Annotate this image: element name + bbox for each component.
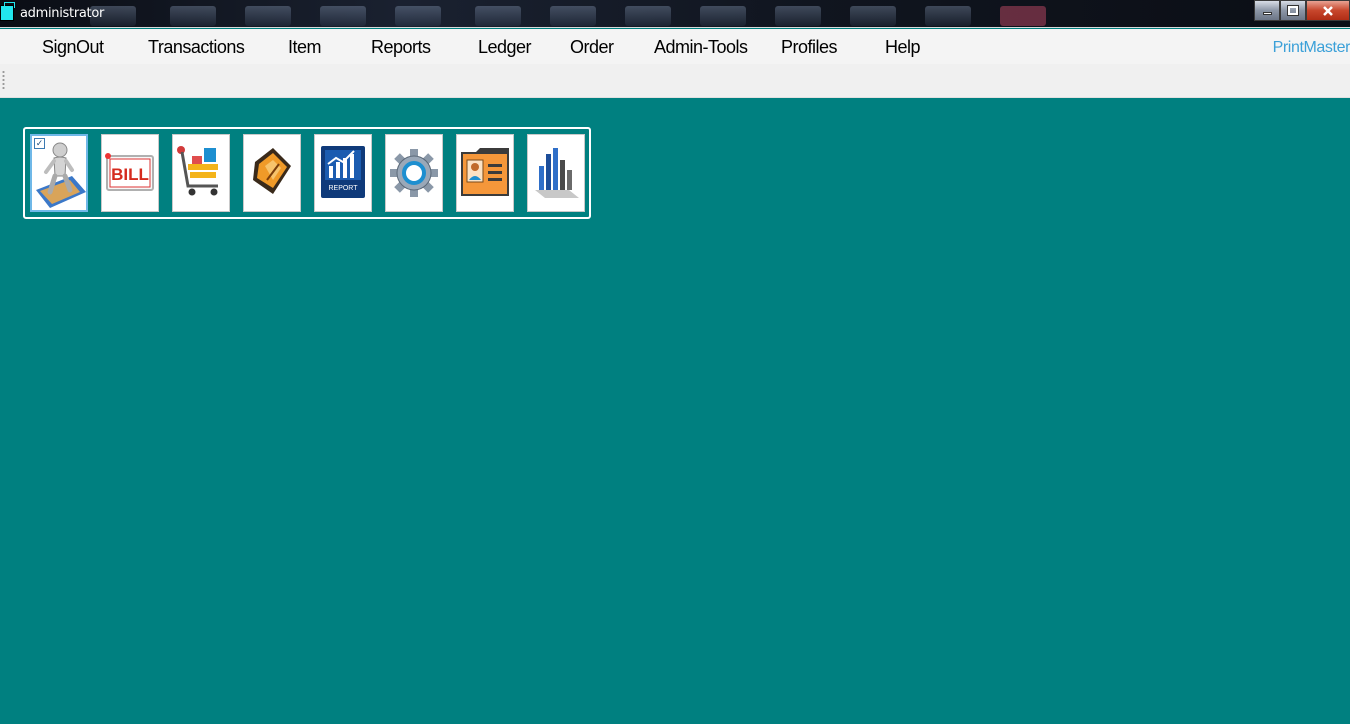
quick-launch-help-button[interactable] <box>527 134 585 212</box>
menu-profiles[interactable]: Profiles <box>781 37 838 58</box>
tool-strip <box>0 64 1350 98</box>
menu-order[interactable]: Order <box>570 37 614 58</box>
quick-launch-reports-button[interactable]: REPORT <box>314 134 372 212</box>
quick-launch-signout-button[interactable]: ✓ <box>30 134 88 212</box>
quick-launch-profiles-button[interactable] <box>456 134 514 212</box>
minimize-button[interactable] <box>1254 0 1280 21</box>
menu-admin-tools[interactable]: Admin-Tools <box>654 37 748 58</box>
maximize-button[interactable] <box>1280 0 1306 21</box>
toolstrip-grip-icon[interactable] <box>2 70 5 90</box>
quick-launch-panel: ✓ BILL REPORT <box>23 127 591 219</box>
quick-launch-admin-tools-button[interactable] <box>385 134 443 212</box>
menu-reports[interactable]: Reports <box>371 37 431 58</box>
bill-text: BILL <box>111 165 149 184</box>
report-text: REPORT <box>328 185 358 192</box>
menu-bar: SignOut Transactions Item Reports Ledger… <box>0 29 1350 64</box>
gear-settings-icon <box>390 149 438 197</box>
quick-launch-transactions-button[interactable]: BILL <box>101 134 159 212</box>
menu-transactions[interactable]: Transactions <box>148 37 245 58</box>
menu-help[interactable]: Help <box>885 37 921 58</box>
shopping-cart-icon <box>177 146 218 196</box>
bar-chart-icon <box>535 148 579 198</box>
menu-signout[interactable]: SignOut <box>42 37 104 58</box>
ledger-book-icon <box>253 148 291 194</box>
close-icon <box>1323 5 1333 16</box>
brand-label: PrintMaster <box>1272 39 1350 56</box>
minimize-icon <box>1262 12 1272 15</box>
quick-launch-item-button[interactable] <box>172 134 230 212</box>
menu-item[interactable]: Item <box>288 37 322 58</box>
profile-folder-icon <box>461 148 509 196</box>
checkbox-icon: ✓ <box>34 138 45 149</box>
quick-launch-ledger-button[interactable] <box>243 134 301 212</box>
restore-icon <box>1287 5 1299 16</box>
title-bar: administrator <box>0 0 1350 28</box>
bill-icon: BILL <box>105 153 154 191</box>
window-title: administrator <box>20 6 105 21</box>
window-controls <box>1254 0 1350 21</box>
menu-ledger[interactable]: Ledger <box>478 37 532 58</box>
taskbar-ghost-thumbnails <box>90 4 1090 26</box>
app-window-icon <box>0 2 15 21</box>
close-button[interactable] <box>1306 0 1350 21</box>
report-chart-icon: REPORT <box>321 146 365 198</box>
